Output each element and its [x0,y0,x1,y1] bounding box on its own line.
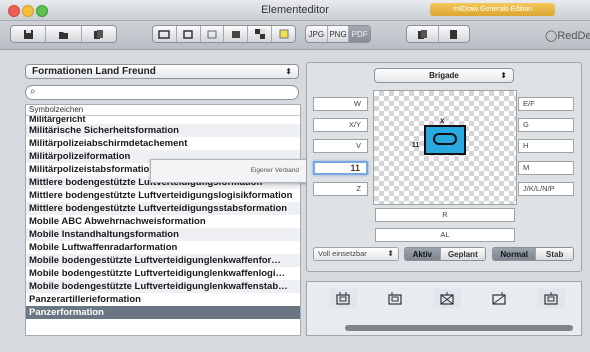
filled-frame-icon [231,30,240,38]
palette-item[interactable] [485,289,513,309]
format-jpg-button[interactable]: JPG [306,26,328,42]
document-button-group [406,25,470,43]
list-item[interactable]: Mobile bodengestützte Luftverteidigungle… [26,254,300,267]
save-button[interactable] [11,26,47,42]
toolbar: JPG PNG PDF ◯RedDev [0,21,590,50]
fill-dark-button[interactable] [224,26,249,42]
frame-square-button[interactable] [177,26,201,42]
field-h[interactable]: H [518,139,574,153]
list-item[interactable]: Mittlere bodengestützte Luftverteidigung… [26,189,300,202]
search-input[interactable] [42,87,296,100]
unit-frame-icon [388,292,402,305]
status-geplant-button[interactable]: Geplant [440,248,485,260]
symbol-designation-label: 11 [412,142,420,149]
field-g[interactable]: G [518,118,574,132]
tooltip: Eigener Verband [150,159,312,183]
armor-oval-icon [433,133,457,145]
copy-button[interactable] [82,26,116,42]
title-bar: Elementeditor milDraw Generals-Edition [0,0,590,21]
frame-thin-icon [207,30,217,38]
highlight-color-button[interactable] [272,26,295,42]
updown-arrows-icon: ⬍ [387,249,394,258]
list-item[interactable]: Mobile Luftwaffenradarformation [26,241,300,254]
format-png-button[interactable]: PNG [328,26,350,42]
documents-icon [94,29,104,39]
field-r[interactable]: R [375,208,515,222]
export-format-group: JPG PNG PDF [305,25,371,43]
frame-square-icon [183,29,193,39]
field-ef[interactable]: E/F [518,97,574,111]
frame-wide-icon [158,29,171,39]
search-field[interactable]: ⌕ [25,85,299,100]
list-item[interactable]: Mobile bodengestützte Luftverteidigungle… [26,280,300,293]
view-button-group [152,25,296,43]
field-t[interactable]: 11 [313,161,368,175]
slashed-frame-icon [492,292,506,305]
field-xy[interactable]: X/Y [313,118,368,132]
list-header: Symbolzeichen [26,105,300,116]
file-button-group [10,25,117,43]
field-w[interactable]: W [313,97,368,111]
folder-icon [58,31,68,39]
field-al[interactable]: AL [375,228,515,242]
field-jklnp[interactable]: J/K/L/N/P [518,182,574,196]
crossed-frame-icon [440,292,454,305]
unit-symbol [424,125,466,155]
type-stab-button[interactable]: Stab [536,248,573,260]
unit-size-select[interactable]: Brigade ⬍ [374,68,514,83]
symbol-list[interactable]: Symbolzeichen Militärgericht Militärisch… [25,104,301,336]
export-button[interactable] [439,26,470,42]
unit-frame-icon [544,292,558,305]
duplicate-icon [417,29,427,39]
duplicate-button[interactable] [407,26,439,42]
list-item[interactable]: Panzerartillerieformation [26,293,300,306]
field-z[interactable]: Z [313,182,368,196]
document-icon [450,29,458,39]
status-aktiv-button[interactable]: Aktiv [405,248,441,260]
updown-arrows-icon: ⬍ [500,71,507,80]
format-pdf-button[interactable]: PDF [349,26,371,42]
list-item[interactable]: Mobile bodengestützte Luftverteidigungle… [26,267,300,280]
field-m[interactable]: M [518,161,574,175]
palette-scrollbar[interactable] [345,325,573,331]
updown-arrows-icon: ⬍ [285,67,292,76]
category-select[interactable]: Formationen Land Freund ⬍ [25,64,299,79]
strength-value: Voll einsetzbar [318,249,367,258]
frame-thin-button[interactable] [201,26,225,42]
edition-badge: milDraw Generals-Edition [430,3,555,16]
palette-item[interactable] [433,289,461,309]
list-item[interactable]: Militärgericht [26,116,300,124]
floppy-icon [23,29,33,39]
unit-frame-icon [336,292,350,305]
frame-wide-button[interactable] [153,26,177,42]
field-v[interactable]: V [313,139,368,153]
list-item-selected[interactable]: Panzerformation [26,306,300,319]
logo-mark-icon: ◯ [545,30,558,42]
list-item[interactable]: Militärpolizeiabschirmdetachement [26,137,300,150]
symbol-echelon-label: x [440,116,445,125]
type-segmented-control: Normal Stab [492,247,574,261]
palette-item[interactable] [381,289,409,309]
type-normal-button[interactable]: Normal [493,248,537,260]
palette-item[interactable] [537,289,565,309]
list-item[interactable]: Militärische Sicherheitsformation [26,124,300,137]
palette-item[interactable] [329,289,357,309]
element-editor-window: Elementeditor milDraw Generals-Edition J… [0,0,590,352]
yellow-swatch-icon [279,29,289,39]
checker-background-button[interactable] [248,26,273,42]
list-item[interactable]: Mobile ABC Abwehrnachweisformation [26,215,300,228]
search-icon: ⌕ [30,86,36,97]
strength-select[interactable]: Voll einsetzbar ⬍ [313,247,399,261]
list-item[interactable]: Mittlere bodengestützte Luftverteidigung… [26,202,300,215]
checkerboard-icon [254,29,265,39]
open-button[interactable] [46,26,82,42]
list-item[interactable]: Mobile Instandhaltungsformation [26,228,300,241]
logo-text: RedDev [557,30,590,42]
category-select-value: Formationen Land Freund [32,66,156,77]
reddev-logo: ◯RedDev [545,29,590,42]
unit-size-value: Brigade [429,71,459,80]
status-segmented-control: Aktiv Geplant [404,247,486,261]
